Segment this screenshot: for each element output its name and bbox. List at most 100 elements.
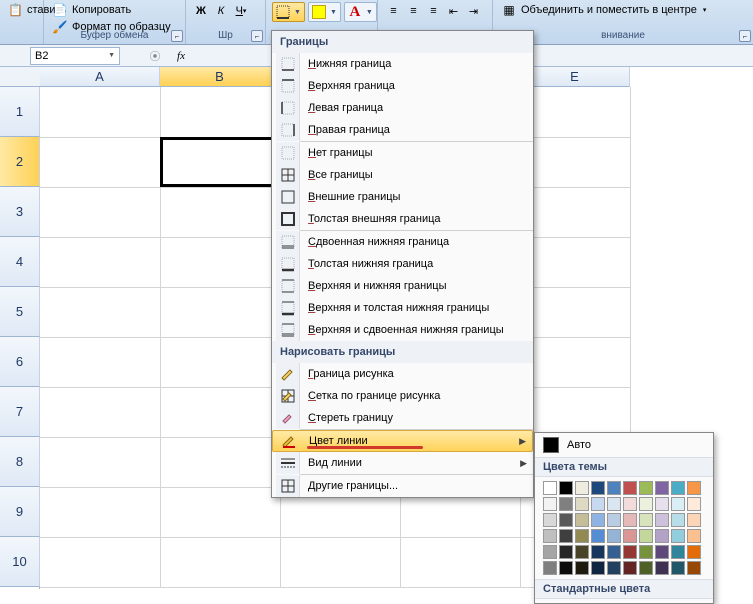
color-swatch[interactable] (687, 529, 701, 543)
paste-button[interactable]: 📋ставить (6, 2, 37, 18)
col-header-B[interactable]: B (160, 67, 280, 87)
row-header-8[interactable]: 8 (0, 437, 40, 487)
color-swatch[interactable] (687, 481, 701, 495)
color-swatch[interactable] (591, 497, 605, 511)
border-item-1[interactable]: Верхняя граница (272, 75, 533, 97)
color-swatch[interactable] (639, 529, 653, 543)
draw-border-item-2[interactable]: Стереть границу (272, 407, 533, 429)
color-swatch[interactable] (639, 481, 653, 495)
copy-button[interactable]: 📄Копировать (50, 2, 179, 18)
color-swatch[interactable] (543, 545, 557, 559)
color-swatch[interactable] (575, 529, 589, 543)
color-swatch[interactable] (671, 529, 685, 543)
align-top[interactable]: ≡ (384, 2, 403, 20)
align-bottom[interactable]: ≡ (424, 2, 443, 20)
color-swatch[interactable] (687, 561, 701, 575)
color-swatch[interactable] (559, 481, 573, 495)
border-item-2[interactable]: Левая граница (272, 97, 533, 119)
color-swatch[interactable] (655, 497, 669, 511)
color-swatch[interactable] (639, 513, 653, 527)
border-item-0[interactable]: Нижняя граница (272, 53, 533, 75)
color-swatch[interactable] (575, 545, 589, 559)
color-swatch[interactable] (591, 529, 605, 543)
row-header-1[interactable]: 1 (0, 87, 40, 137)
fontcolor-dropdown[interactable]: A▼ (344, 2, 377, 22)
color-swatch[interactable] (575, 497, 589, 511)
row-header-10[interactable]: 10 (0, 537, 40, 587)
border-item-12[interactable]: Верхняя и сдвоенная нижняя границы (272, 319, 533, 341)
select-all[interactable] (0, 67, 40, 87)
name-box[interactable]: B2▼ (30, 47, 120, 65)
color-swatch[interactable] (639, 561, 653, 575)
color-swatch[interactable] (607, 497, 621, 511)
color-swatch[interactable] (655, 513, 669, 527)
border-item-9[interactable]: Толстая нижняя граница (272, 253, 533, 275)
color-swatch[interactable] (639, 497, 653, 511)
name-splitter[interactable]: ⦿ (146, 48, 164, 64)
color-swatch[interactable] (559, 529, 573, 543)
color-swatch[interactable] (655, 561, 669, 575)
color-swatch[interactable] (559, 561, 573, 575)
border-item-8[interactable]: Сдвоенная нижняя граница (272, 231, 533, 253)
indent-inc[interactable]: ⇥ (464, 2, 483, 20)
color-swatch[interactable] (591, 545, 605, 559)
align-middle[interactable]: ≡ (404, 2, 423, 20)
underline-button[interactable]: Ч▾ (232, 2, 250, 20)
row-header-2[interactable]: 2 (0, 137, 40, 187)
font-launcher[interactable]: ⌐ (251, 30, 263, 42)
color-swatch[interactable] (575, 561, 589, 575)
color-swatch[interactable] (687, 545, 701, 559)
border-item-3[interactable]: Правая граница (272, 119, 533, 141)
border-item-10[interactable]: Верхняя и нижняя границы (272, 275, 533, 297)
col-header-A[interactable]: A (40, 67, 160, 87)
clipboard-launcher[interactable]: ⌐ (171, 30, 183, 42)
color-swatch[interactable] (575, 513, 589, 527)
color-swatch[interactable] (687, 513, 701, 527)
color-swatch[interactable] (655, 481, 669, 495)
alignment-launcher[interactable]: ⌐ (739, 30, 751, 42)
color-swatch[interactable] (543, 513, 557, 527)
color-swatch[interactable] (687, 497, 701, 511)
color-swatch[interactable] (671, 481, 685, 495)
col-header-E[interactable]: E (520, 67, 630, 87)
borders-dropdown[interactable]: ▼ (272, 2, 305, 22)
color-swatch[interactable] (591, 561, 605, 575)
row-header-3[interactable]: 3 (0, 187, 40, 237)
color-swatch[interactable] (575, 481, 589, 495)
auto-color-item[interactable]: Авто (535, 433, 713, 457)
color-swatch[interactable] (543, 497, 557, 511)
color-swatch[interactable] (655, 529, 669, 543)
color-swatch[interactable] (623, 481, 637, 495)
color-swatch[interactable] (559, 497, 573, 511)
row-header-4[interactable]: 4 (0, 237, 40, 287)
color-swatch[interactable] (623, 513, 637, 527)
row-header-5[interactable]: 5 (0, 287, 40, 337)
draw-border-item-0[interactable]: Граница рисунка (272, 363, 533, 385)
line-color-item[interactable]: Цвет линии ▶ (272, 430, 533, 452)
italic-button[interactable]: К (212, 2, 230, 20)
draw-border-item-1[interactable]: Сетка по границе рисунка (272, 385, 533, 407)
color-swatch[interactable] (543, 481, 557, 495)
border-item-7[interactable]: Толстая внешняя граница (272, 208, 533, 230)
color-swatch[interactable] (671, 513, 685, 527)
color-swatch[interactable] (623, 529, 637, 543)
color-swatch[interactable] (607, 529, 621, 543)
indent-dec[interactable]: ⇤ (444, 2, 463, 20)
fx-icon[interactable]: fx (170, 47, 192, 65)
row-header-6[interactable]: 6 (0, 337, 40, 387)
color-swatch[interactable] (559, 513, 573, 527)
color-swatch[interactable] (543, 561, 557, 575)
bold-button[interactable]: Ж (192, 2, 210, 20)
color-swatch[interactable] (559, 545, 573, 559)
row-header-7[interactable]: 7 (0, 387, 40, 437)
color-swatch[interactable] (607, 545, 621, 559)
merge-center-button[interactable]: ▦Объединить и поместить в центре▾ (499, 2, 747, 18)
color-swatch[interactable] (591, 481, 605, 495)
color-swatch[interactable] (623, 497, 637, 511)
color-swatch[interactable] (607, 513, 621, 527)
color-swatch[interactable] (607, 481, 621, 495)
color-swatch[interactable] (623, 561, 637, 575)
border-item-4[interactable]: Нет границы (272, 142, 533, 164)
line-style-item[interactable]: Вид линии ▶ (272, 452, 533, 474)
color-swatch[interactable] (671, 561, 685, 575)
